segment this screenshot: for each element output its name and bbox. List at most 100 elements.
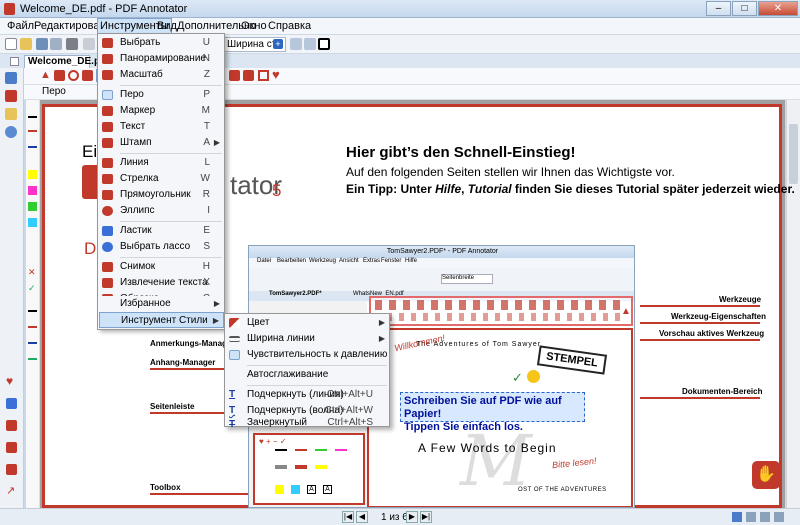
favorites-icon[interactable] (5, 90, 17, 102)
grid-view-icon[interactable] (774, 512, 784, 522)
arrow-green-swatch[interactable] (28, 358, 37, 360)
menu-item-strikeout[interactable]: T Зачеркнутый Ctrl+Alt+S (226, 417, 389, 430)
close-button[interactable]: ✕ (758, 1, 798, 16)
menu-item-snapshot[interactable]: Снимок H (99, 259, 224, 275)
pen-red-swatch[interactable] (28, 130, 37, 132)
menu-window[interactable]: Окно (241, 20, 267, 32)
menu-item-zoom[interactable]: Масштаб Z (99, 67, 224, 83)
extract-text-icon[interactable] (243, 70, 254, 81)
menu-item-tool-styles[interactable]: Инструмент Стили ▶ (99, 312, 224, 328)
arrow-blue-swatch[interactable] (28, 342, 37, 344)
pen-black-swatch[interactable] (28, 116, 37, 118)
new-document-icon[interactable] (5, 38, 17, 50)
menu-item-autosmooth[interactable]: Автосглаживание (226, 367, 389, 383)
hand-icon[interactable] (54, 70, 65, 81)
close-mark-icon[interactable]: ✕ (28, 268, 37, 277)
cursor-icon[interactable]: ▲ (40, 70, 51, 81)
snapshot-icon[interactable] (229, 70, 240, 81)
stamp-icon (102, 138, 113, 148)
annotations-manager-icon[interactable] (5, 72, 17, 84)
menu-file[interactable]: Файл (7, 20, 34, 32)
crop-icon[interactable] (258, 70, 269, 81)
menu-item-pressure[interactable]: Чувствительность к давлению (226, 347, 389, 363)
callout-seitenleiste: Seitenleiste (150, 402, 195, 411)
pages-icon[interactable] (5, 108, 17, 120)
favorites-heart-icon[interactable]: ♥ (272, 68, 285, 81)
menu-item-line-width[interactable]: Ширина линии ▶ (226, 331, 389, 347)
menu-item-underline-line[interactable]: T Подчеркнуть (линия) Ctrl+Alt+U (226, 387, 389, 403)
continuous-view-icon[interactable] (746, 512, 756, 522)
arrow-icon[interactable]: ↗ (6, 486, 17, 497)
embedded-tool-icons (375, 300, 625, 310)
text-icon (102, 122, 113, 132)
menu-item-pen[interactable]: Перо P (99, 87, 224, 103)
cut-icon[interactable] (83, 38, 95, 50)
menu-item-label: Автосглаживание (247, 369, 329, 380)
scrollbar-thumb[interactable] (789, 124, 798, 184)
marker-pink-swatch[interactable] (28, 186, 37, 195)
fit-page-icon[interactable] (290, 38, 302, 50)
last-page-button[interactable]: ▶| (420, 511, 432, 523)
marker-cyan-swatch[interactable] (28, 218, 37, 227)
eraser-icon (102, 226, 113, 236)
tools-menu: Выбрать U Панорамирование N Масштаб Z Перо P… (97, 33, 225, 329)
touch-gesture-icon[interactable]: ✋ (752, 461, 780, 489)
arrow-red-swatch[interactable] (28, 326, 37, 328)
save-all-icon[interactable] (50, 38, 62, 50)
marker-yellow-swatch[interactable] (28, 170, 37, 179)
menu-item-text[interactable]: Текст T (99, 119, 224, 135)
minimize-button[interactable]: – (706, 1, 731, 16)
open-folder-icon[interactable] (20, 38, 32, 50)
prev-page-button[interactable]: ◀ (356, 511, 368, 523)
fullscreen-icon[interactable] (318, 38, 330, 50)
marker-green-swatch[interactable] (28, 202, 37, 211)
tab-list-icon[interactable] (10, 57, 19, 66)
check-mark-icon[interactable]: ✓ (28, 284, 37, 293)
embedded-preview-cursor-icon: ▲ (621, 306, 631, 317)
heart-icon[interactable]: ♥ (6, 375, 17, 387)
menu-item-label: Цвет (247, 317, 270, 328)
user-icon[interactable] (6, 464, 17, 475)
menu-item-color[interactable]: Цвет ▶ (226, 315, 389, 331)
menu-item-select[interactable]: Выбрать U (99, 35, 224, 51)
maximize-button[interactable]: □ (732, 1, 757, 16)
menu-item-label: Извлечение текста (120, 277, 208, 288)
menu-item-favorites[interactable]: Избранное ▶ (99, 296, 224, 312)
menu-item-marker[interactable]: Маркер M (99, 103, 224, 119)
menu-item-lasso[interactable]: Выбрать лассо S (99, 239, 224, 255)
attachments-icon[interactable] (5, 126, 17, 138)
extract-text-icon (102, 278, 113, 288)
fit-width-icon[interactable] (304, 38, 316, 50)
menu-item-ellipse[interactable]: Эллипс I (99, 203, 224, 219)
underline-wave-icon: T (229, 405, 236, 416)
single-page-view-icon[interactable] (732, 512, 742, 522)
menu-help[interactable]: Справка (268, 20, 311, 32)
tab-welcome-de[interactable]: Welcome_DE.pdf (24, 55, 110, 68)
pen-icon[interactable] (6, 398, 17, 409)
stamp-icon[interactable] (6, 442, 17, 453)
menu-item-stamp[interactable]: Штамп A ▶ (99, 135, 224, 151)
pen-blue-swatch[interactable] (28, 146, 37, 148)
next-page-button[interactable]: ▶ (406, 511, 418, 523)
zoom-in-icon[interactable]: + (273, 39, 283, 49)
menu-separator (120, 257, 222, 258)
magnifier-icon[interactable] (68, 70, 79, 81)
menu-item-shortcut: R (202, 189, 210, 200)
marker-icon[interactable] (6, 420, 17, 431)
two-page-view-icon[interactable] (760, 512, 770, 522)
arrow-black-swatch[interactable] (28, 310, 37, 312)
save-icon[interactable] (36, 38, 48, 50)
toolbox-swatch (275, 449, 287, 451)
menu-item-pan[interactable]: Панорамирование N (99, 51, 224, 67)
menu-item-extract-text[interactable]: Извлечение текста X (99, 275, 224, 291)
pen-icon[interactable] (82, 70, 93, 81)
first-page-button[interactable]: |◀ (342, 511, 354, 523)
menu-item-eraser[interactable]: Ластик E (99, 223, 224, 239)
pressure-icon (229, 350, 240, 360)
menu-view[interactable]: Вид (157, 20, 177, 32)
menu-item-line[interactable]: Линия L (99, 155, 224, 171)
menu-item-arrow[interactable]: Стрелка W (99, 171, 224, 187)
menu-item-rectangle[interactable]: Прямоугольник R (99, 187, 224, 203)
print-icon[interactable] (66, 38, 78, 50)
vertical-scrollbar[interactable] (786, 100, 800, 508)
